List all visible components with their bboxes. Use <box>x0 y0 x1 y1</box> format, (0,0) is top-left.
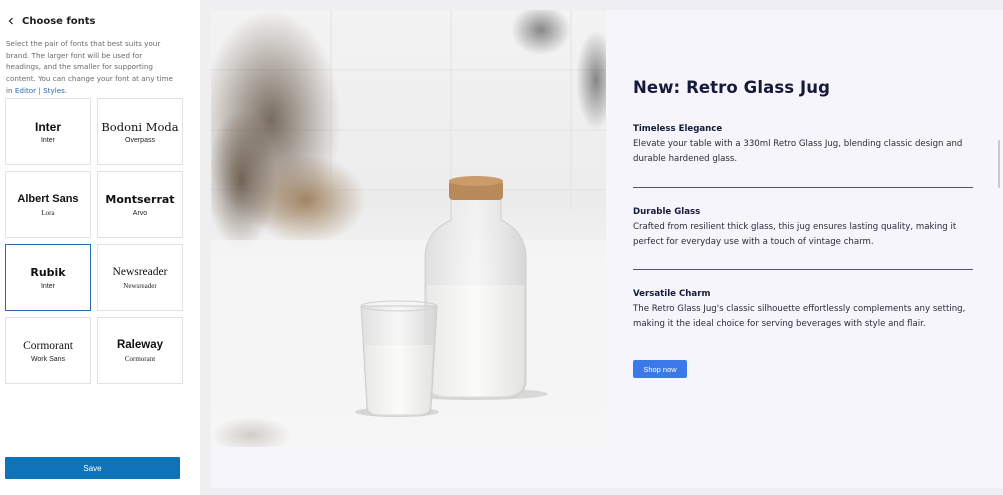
font-pair-body: Inter <box>40 282 55 290</box>
save-button[interactable]: Save <box>5 457 180 479</box>
font-pair-body: Inter <box>40 136 55 144</box>
font-pair-montserrat-arvo[interactable]: Montserrat Arvo <box>97 171 183 238</box>
editor-link[interactable]: Editor <box>15 86 36 95</box>
sidebar-header: Choose fonts <box>0 0 200 42</box>
font-pair-body: Arvo <box>132 209 148 217</box>
font-pair-grid: Inter Inter Bodoni Moda Overpass Albert … <box>5 98 183 384</box>
feature-text: Elevate your table with a 330ml Retro Gl… <box>633 139 963 164</box>
shop-now-button[interactable]: Shop now <box>633 360 687 378</box>
font-pair-raleway-cormorant[interactable]: Raleway Cormorant <box>97 317 183 384</box>
font-pair-heading: Cormorant <box>23 339 73 352</box>
section-divider <box>633 187 973 188</box>
font-pair-heading: Raleway <box>116 339 164 351</box>
font-pair-albert-lora[interactable]: Albert Sans Lora <box>5 171 91 238</box>
chevron-left-icon <box>8 17 13 25</box>
font-pair-heading: Rubik <box>30 265 66 279</box>
font-pair-body: Overpass <box>125 136 155 144</box>
feature-heading: Timeless Elegance <box>633 124 723 134</box>
sidebar-description: Select the pair of fonts that best suits… <box>6 38 178 97</box>
font-pair-heading: Montserrat <box>105 192 175 206</box>
font-pair-heading: Inter <box>34 119 61 134</box>
font-picker-sidebar: Choose fonts Select the pair of fonts th… <box>0 0 200 495</box>
feature-heading: Durable Glass <box>633 207 701 217</box>
font-pair-bodoni-overpass[interactable]: Bodoni Moda Overpass <box>97 98 183 165</box>
section-divider <box>633 269 973 270</box>
product-image <box>211 10 606 447</box>
feature-section: Durable Glass Crafted from resilient thi… <box>633 207 973 250</box>
font-pair-body: Work Sans <box>30 355 66 363</box>
font-pair-cormorant-worksans[interactable]: Cormorant Work Sans <box>5 317 91 384</box>
product-title: New: Retro Glass Jug <box>633 78 831 97</box>
sidebar-title: Choose fonts <box>22 15 96 27</box>
feature-section: Timeless Elegance Elevate your table wit… <box>633 124 973 167</box>
font-pair-heading: Newsreader <box>112 266 168 278</box>
feature-heading: Versatile Charm <box>633 289 711 299</box>
product-content: New: Retro Glass Jug <box>633 78 973 97</box>
font-pair-body: Cormorant <box>124 355 156 363</box>
font-pair-body: Lora <box>41 209 55 217</box>
styles-link[interactable]: Styles <box>43 86 65 95</box>
font-pair-heading: Bodoni Moda <box>101 119 179 134</box>
font-pair-rubik-inter[interactable]: Rubik Inter <box>5 244 91 311</box>
back-button[interactable] <box>4 14 18 28</box>
description-end: . <box>64 85 68 95</box>
font-pair-heading: Albert Sans <box>17 193 79 205</box>
scrollbar-thumb[interactable] <box>998 140 1000 188</box>
font-pair-newsreader-newsreader[interactable]: Newsreader Newsreader <box>97 244 183 311</box>
font-pair-body: Newsreader <box>123 282 157 290</box>
feature-section: Versatile Charm The Retro Glass Jug's cl… <box>633 289 973 332</box>
feature-text: Crafted from resilient thick glass, this… <box>633 222 957 247</box>
font-pair-inter-inter[interactable]: Inter Inter <box>5 98 91 165</box>
feature-text: The Retro Glass Jug's classic silhouette… <box>633 304 966 329</box>
product-photo-illustration <box>211 10 606 447</box>
